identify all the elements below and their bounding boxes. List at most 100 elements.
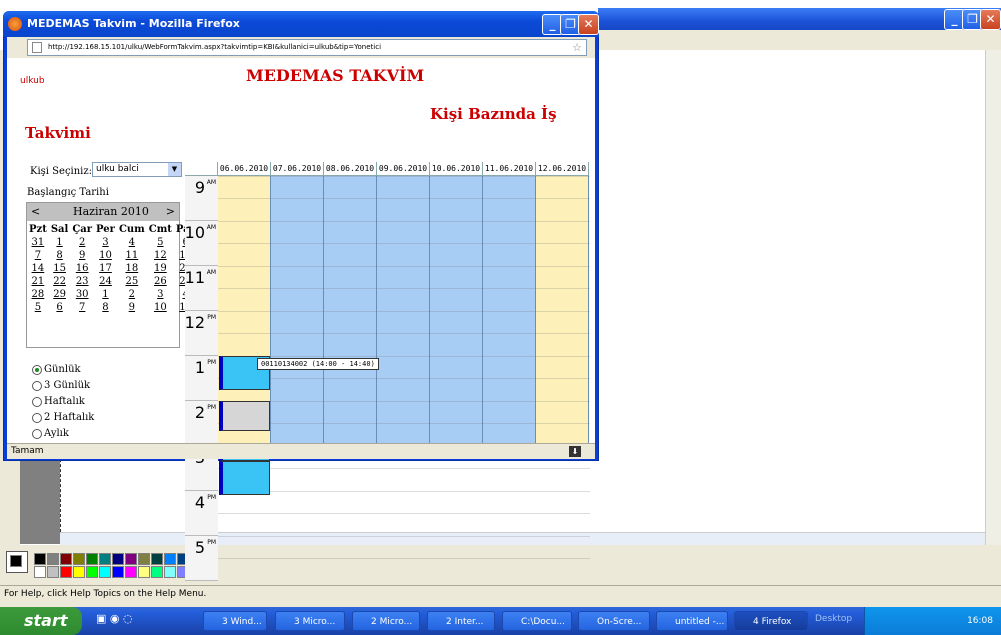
calendar-day[interactable]: 19 [154, 263, 167, 274]
vertical-scrollbar[interactable] [985, 50, 1001, 545]
day-column[interactable] [271, 176, 324, 443]
view-option[interactable]: Haftalık [32, 396, 94, 407]
calendar-day[interactable]: 15 [53, 263, 66, 274]
radio-icon[interactable] [32, 380, 42, 391]
view-option[interactable]: 3 Günlük [32, 380, 94, 391]
palette-swatch[interactable] [151, 566, 163, 578]
palette-swatch[interactable] [86, 553, 98, 565]
calendar-day[interactable]: 21 [32, 276, 45, 287]
chevron-down-icon[interactable]: ▼ [168, 163, 181, 176]
taskbar-item-micro2[interactable]: 2 Micro... [352, 611, 420, 631]
calendar-day[interactable]: 11 [125, 250, 138, 261]
view-option[interactable]: 2 Haftalık [32, 412, 94, 423]
palette-swatch[interactable] [34, 566, 46, 578]
calendar-day[interactable]: 2 [129, 289, 135, 300]
firefox-titlebar[interactable]: MEDEMAS Takvim - Mozilla Firefox _ ❐ ✕ [3, 11, 599, 37]
taskbar-item-firefox[interactable]: 4 Firefox [734, 611, 808, 631]
palette-swatch[interactable] [60, 566, 72, 578]
calendar-day[interactable]: 24 [99, 276, 112, 287]
calendar-event[interactable] [219, 401, 270, 431]
calendar-day[interactable]: 3 [102, 237, 108, 248]
view-option[interactable]: Günlük [32, 364, 94, 375]
palette-swatch[interactable] [47, 553, 59, 565]
palette-swatch[interactable] [164, 566, 176, 578]
calendar-day[interactable]: 23 [76, 276, 89, 287]
calendar-day[interactable]: 17 [99, 263, 112, 274]
palette-swatch[interactable] [73, 553, 85, 565]
person-select[interactable]: ulku balci ▼ [92, 162, 182, 177]
close-button[interactable]: ✕ [578, 14, 599, 35]
palette-swatch[interactable] [112, 553, 124, 565]
calendar-day[interactable]: 30 [76, 289, 89, 300]
calendar-day[interactable]: 7 [35, 250, 41, 261]
calendar-day[interactable]: 25 [125, 276, 138, 287]
calendar-day[interactable]: 5 [157, 237, 163, 248]
calendar-day[interactable]: 29 [53, 289, 66, 300]
palette-swatch[interactable] [99, 553, 111, 565]
palette-swatch[interactable] [47, 566, 59, 578]
calendar-day[interactable]: 9 [129, 302, 135, 313]
palette-swatch[interactable] [125, 566, 137, 578]
day-column[interactable] [430, 176, 483, 443]
paint-titlebar[interactable]: _ ❐ ✕ [598, 8, 1001, 30]
radio-icon[interactable] [32, 396, 42, 407]
view-option[interactable]: Aylık [32, 428, 94, 439]
palette-swatch[interactable] [60, 553, 72, 565]
calendar-day[interactable]: 10 [99, 250, 112, 261]
taskbar-item-onscreen[interactable]: On-Scre... [578, 611, 650, 631]
calendar-day[interactable]: 12 [154, 250, 167, 261]
palette-swatch[interactable] [34, 553, 46, 565]
calendar-day[interactable]: 1 [102, 289, 108, 300]
calendar-day[interactable]: 16 [76, 263, 89, 274]
calendar-day[interactable]: 26 [154, 276, 167, 287]
calendar-day[interactable]: 8 [102, 302, 108, 313]
palette-swatch[interactable] [73, 566, 85, 578]
desktop-toolbar[interactable]: Desktop [815, 614, 852, 624]
calendar-event[interactable] [219, 460, 270, 495]
calendar-day[interactable]: 10 [154, 302, 167, 313]
day-column[interactable] [536, 176, 589, 443]
taskbar-item-inter[interactable]: 2 Inter... [427, 611, 495, 631]
taskbar-item-windows[interactable]: 3 Wind... [203, 611, 267, 631]
calendar-day[interactable]: 18 [125, 263, 138, 274]
palette-swatch[interactable] [138, 566, 150, 578]
calendar-day[interactable]: 7 [79, 302, 85, 313]
view-option-label: Haftalık [44, 396, 85, 407]
radio-icon[interactable] [32, 428, 42, 439]
palette-swatch[interactable] [151, 553, 163, 565]
calendar-day[interactable]: 8 [56, 250, 62, 261]
palette-swatch[interactable] [125, 553, 137, 565]
taskbar-item-docu[interactable]: C:\Docu... [502, 611, 572, 631]
calendar-day[interactable]: 5 [35, 302, 41, 313]
palette-swatch[interactable] [86, 566, 98, 578]
calendar-day[interactable]: 28 [32, 289, 45, 300]
next-month-button[interactable]: > [166, 203, 175, 221]
radio-icon[interactable] [32, 364, 42, 375]
radio-icon[interactable] [32, 412, 42, 423]
close-button[interactable]: ✕ [980, 9, 1001, 30]
quick-launch[interactable]: ▣ ◉ ◌ [96, 612, 166, 630]
day-column[interactable] [377, 176, 430, 443]
taskbar-item-micro1[interactable]: 3 Micro... [275, 611, 345, 631]
palette-swatch[interactable] [99, 566, 111, 578]
palette-swatch[interactable] [138, 553, 150, 565]
calendar-day[interactable]: 3 [157, 289, 163, 300]
calendar-day[interactable]: 14 [32, 263, 45, 274]
palette-swatch[interactable] [112, 566, 124, 578]
prev-month-button[interactable]: < [31, 203, 40, 221]
star-icon[interactable]: ☆ [572, 40, 582, 55]
calendar-day[interactable]: 9 [79, 250, 85, 261]
download-icon[interactable]: ⬇ [569, 446, 581, 457]
day-column[interactable] [483, 176, 536, 443]
calendar-day[interactable]: 31 [32, 237, 45, 248]
start-button[interactable]: start [0, 607, 82, 635]
calendar-day[interactable]: 2 [79, 237, 85, 248]
calendar-day[interactable]: 1 [56, 237, 62, 248]
url-field[interactable]: http://192.168.15.101/ulku/WebFormTakvim… [27, 39, 587, 56]
calendar-day[interactable]: 4 [129, 237, 135, 248]
calendar-day[interactable]: 6 [56, 302, 62, 313]
taskbar-item-untitled[interactable]: untitled -... [656, 611, 728, 631]
day-column[interactable] [324, 176, 377, 443]
palette-swatch[interactable] [164, 553, 176, 565]
calendar-day[interactable]: 22 [53, 276, 66, 287]
